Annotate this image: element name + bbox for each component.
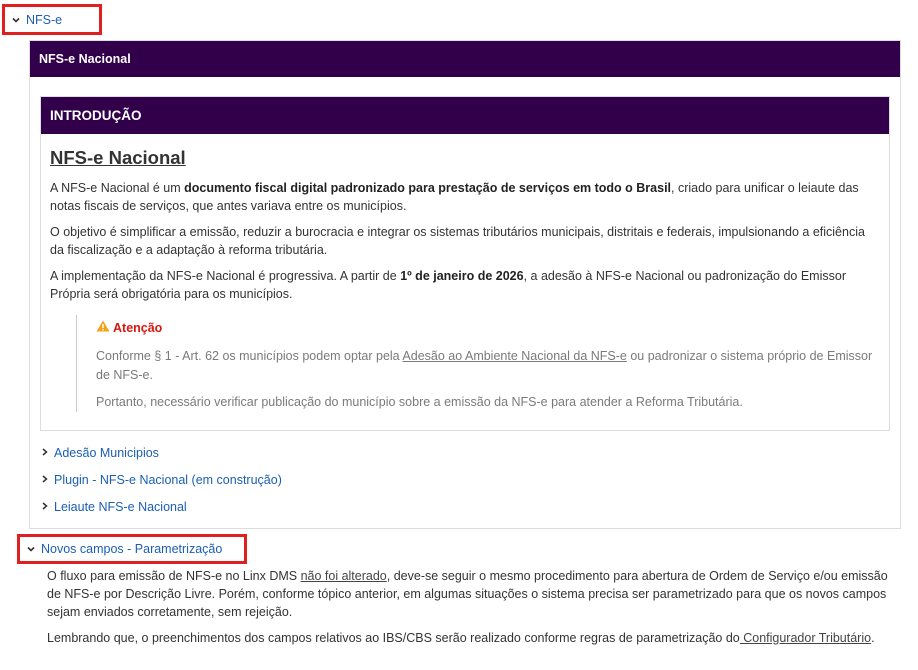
- bottom-paragraph-1: O fluxo para emissão de NFS-e no Linx DM…: [47, 569, 888, 619]
- novos-toggle-label: Novos campos - Parametrização: [41, 542, 223, 556]
- configurador-tributario-link[interactable]: Configurador Tributário: [740, 631, 871, 645]
- sub-link-leiaute[interactable]: Leiaute NFS-e Nacional: [41, 493, 282, 520]
- chevron-down-icon: [26, 544, 36, 554]
- nfse-expand-toggle[interactable]: NFS-e: [2, 4, 102, 35]
- attention-title: Atenção: [96, 319, 880, 338]
- warning-icon: [96, 319, 110, 338]
- bottom-paragraph-2: Lembrando que, o preenchimentos dos camp…: [47, 631, 875, 645]
- novos-campos-expand-toggle[interactable]: Novos campos - Parametrização: [17, 534, 247, 564]
- introducao-header: INTRODUÇÃO: [41, 97, 889, 134]
- adesao-ambiente-link[interactable]: Adesão ao Ambiente Nacional da NFS-e: [402, 349, 626, 363]
- chevron-right-icon: [41, 473, 49, 487]
- intro-paragraph-2: O objetivo é simplificar a emissão, redu…: [50, 225, 865, 257]
- sub-links-list: Adesão Municipios Plugin - NFS-e Naciona…: [41, 439, 282, 520]
- nao-foi-alterado-link[interactable]: não foi alterado: [301, 569, 387, 583]
- intro-title: NFS-e Nacional: [50, 147, 186, 168]
- sub-link-adesao-municipios[interactable]: Adesão Municipios: [41, 439, 282, 466]
- chevron-right-icon: [41, 500, 49, 514]
- intro-paragraph-1: A NFS-e Nacional é um documento fiscal d…: [50, 181, 859, 213]
- nfse-toggle-label: NFS-e: [26, 12, 63, 27]
- intro-bold-text: documento fiscal digital padronizado par…: [184, 181, 672, 195]
- attention-line-1: Conforme § 1 - Art. 62 os municípios pod…: [96, 349, 873, 382]
- intro-date-text: 1º de janeiro de 2026: [400, 269, 524, 283]
- chevron-right-icon: [41, 446, 49, 460]
- nfse-nacional-panel: NFS-e Nacional INTRODUÇÃO NFS-e Nacional…: [29, 40, 901, 529]
- novos-campos-content: O fluxo para emissão de NFS-e no Linx DM…: [47, 567, 897, 655]
- attention-line-2: Portanto, necessário verificar publicaçã…: [96, 395, 743, 409]
- intro-paragraph-3: A implementação da NFS-e Nacional é prog…: [50, 269, 846, 301]
- attention-note: Atenção Conforme § 1 - Art. 62 os municí…: [76, 315, 880, 412]
- nfse-nacional-header: NFS-e Nacional: [30, 41, 900, 77]
- chevron-down-icon: [11, 15, 21, 25]
- introducao-panel: INTRODUÇÃO NFS-e Nacional A NFS-e Nacion…: [40, 96, 890, 431]
- sub-link-plugin[interactable]: Plugin - NFS-e Nacional (em construção): [41, 466, 282, 493]
